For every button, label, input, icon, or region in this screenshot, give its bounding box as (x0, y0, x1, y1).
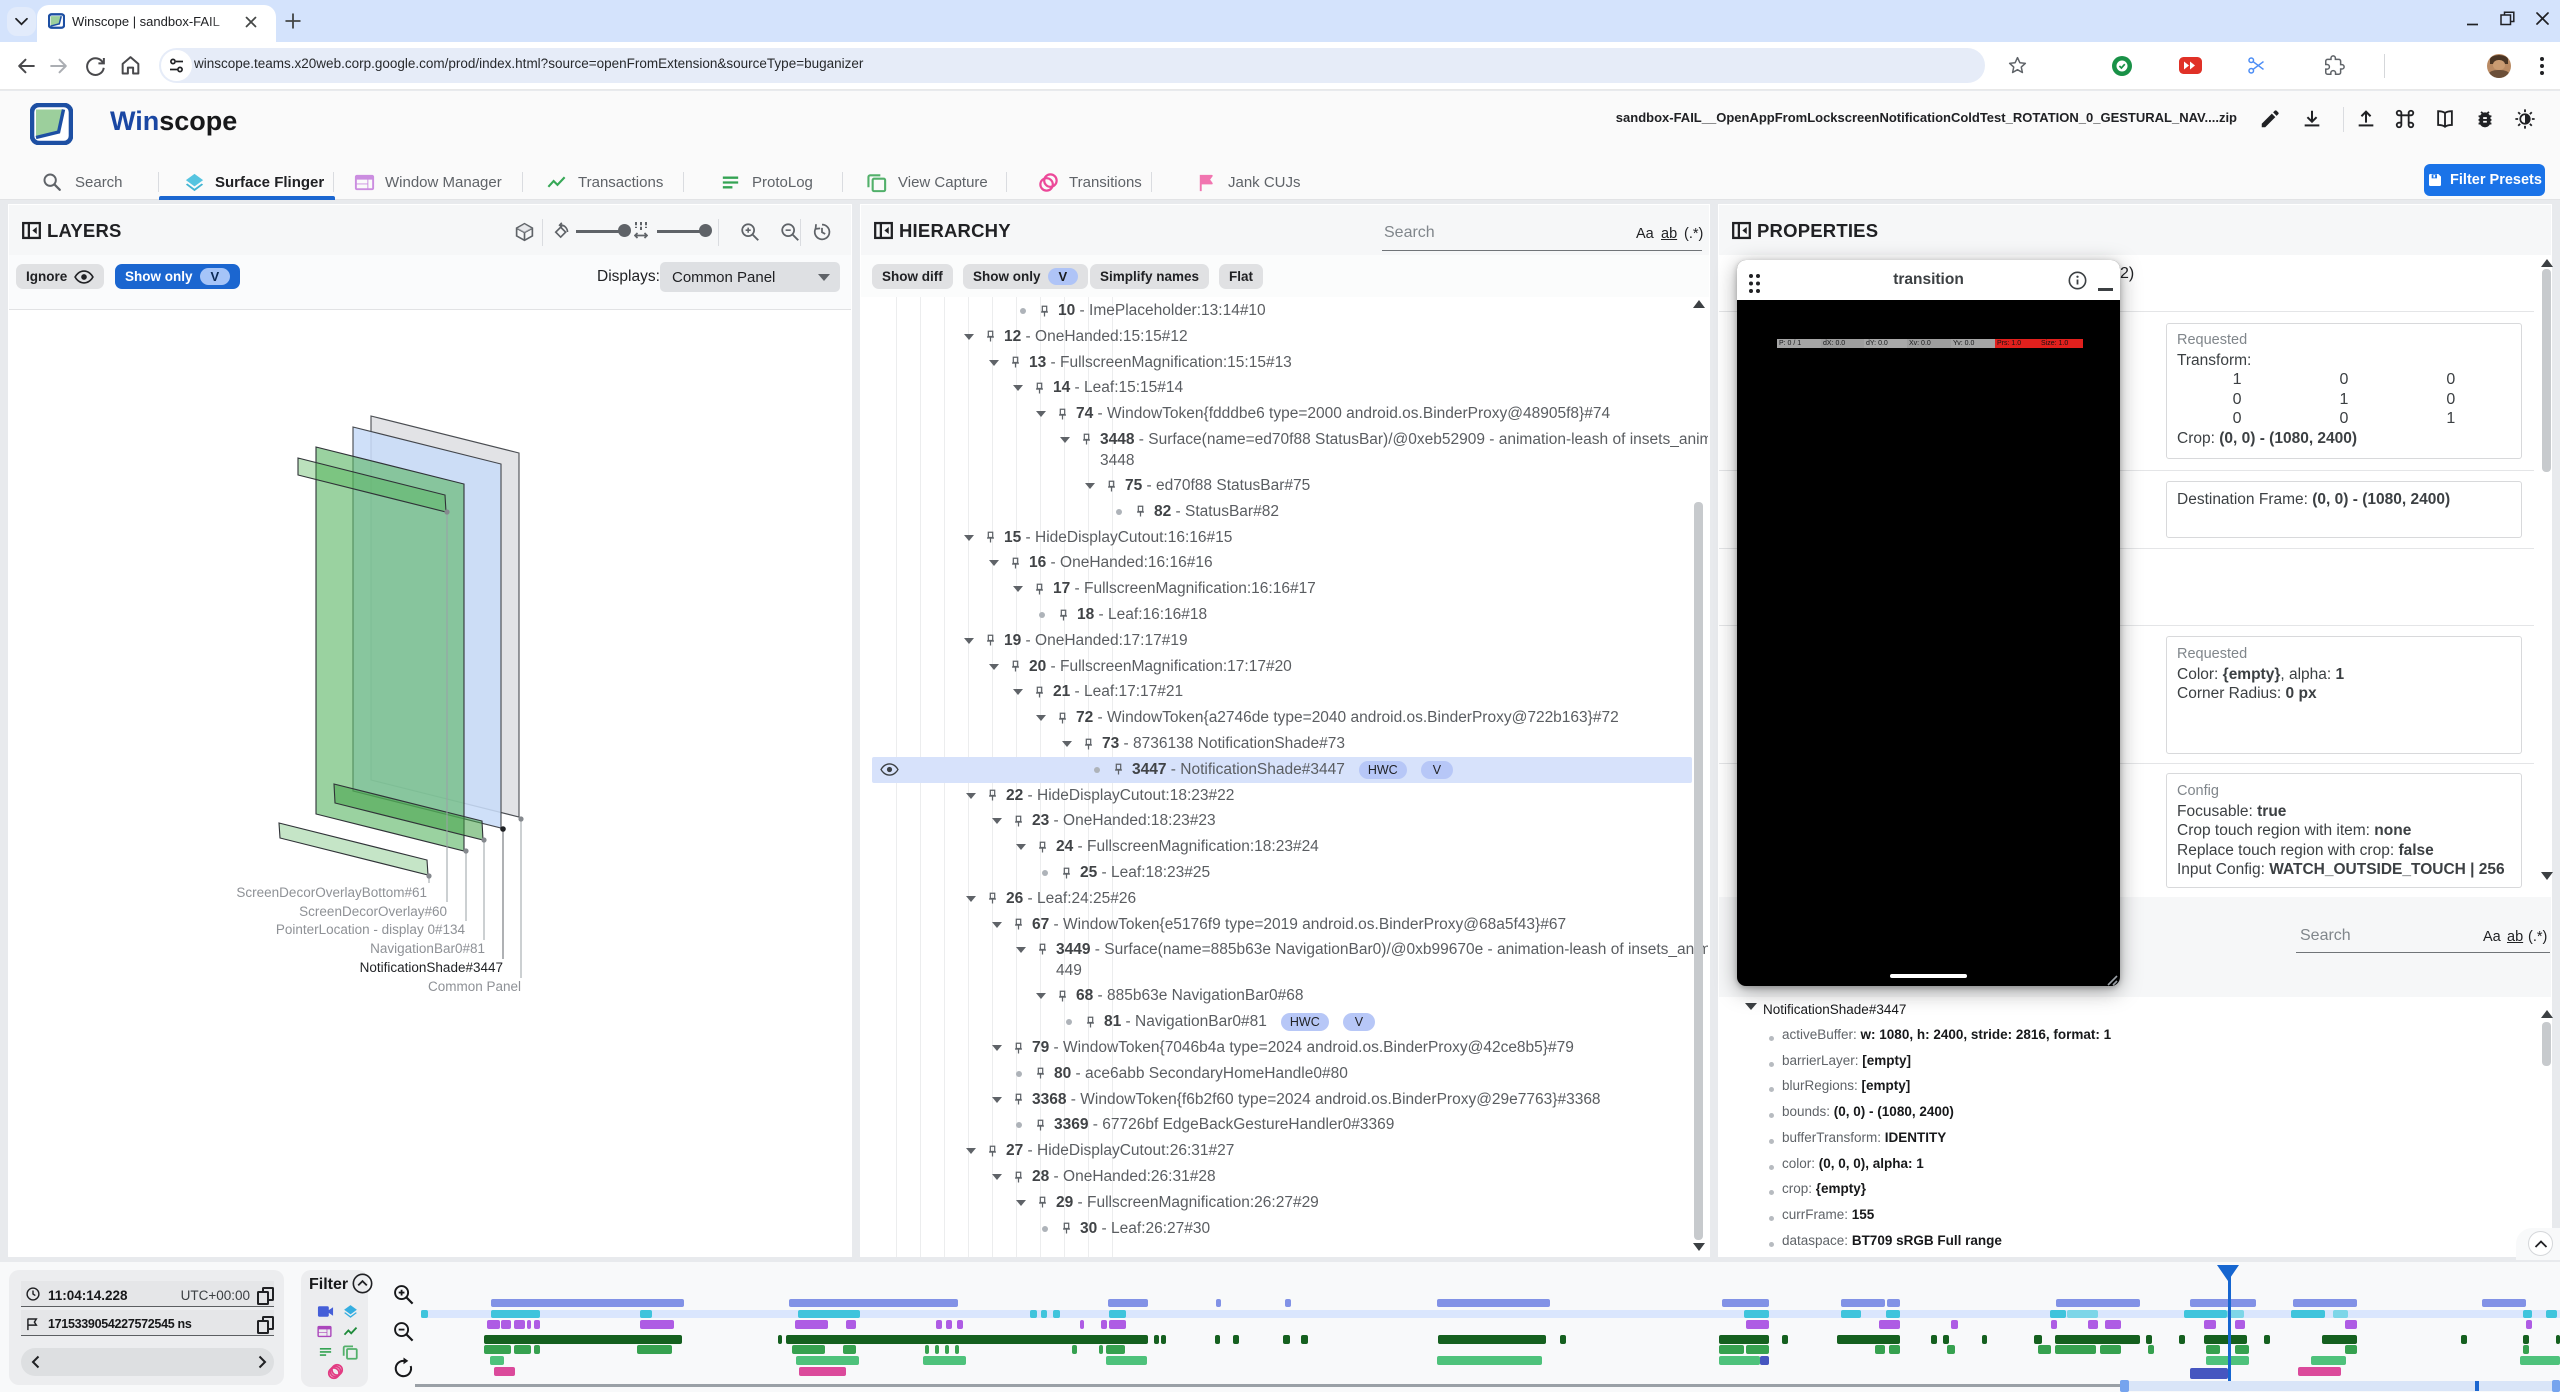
svg-text:NavigationBar0#81: NavigationBar0#81 (370, 941, 485, 956)
svg-text:ScreenDecorOverlayBottom#61: ScreenDecorOverlayBottom#61 (236, 885, 427, 900)
svg-text:NotificationShade#3447: NotificationShade#3447 (360, 960, 503, 975)
svg-text:ScreenDecorOverlay#60: ScreenDecorOverlay#60 (299, 904, 447, 919)
svg-text:Common Panel: Common Panel (428, 979, 521, 994)
svg-text:PointerLocation - display 0#13: PointerLocation - display 0#134 (276, 922, 466, 937)
